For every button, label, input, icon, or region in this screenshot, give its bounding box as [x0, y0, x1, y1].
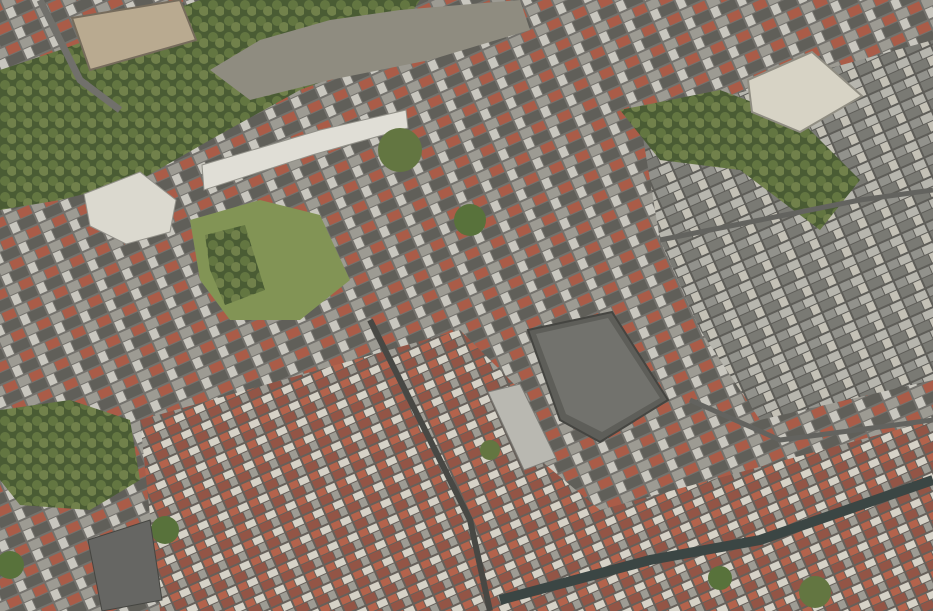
- aerial-city-photo: [0, 0, 933, 611]
- atmospheric-haze: [0, 0, 933, 611]
